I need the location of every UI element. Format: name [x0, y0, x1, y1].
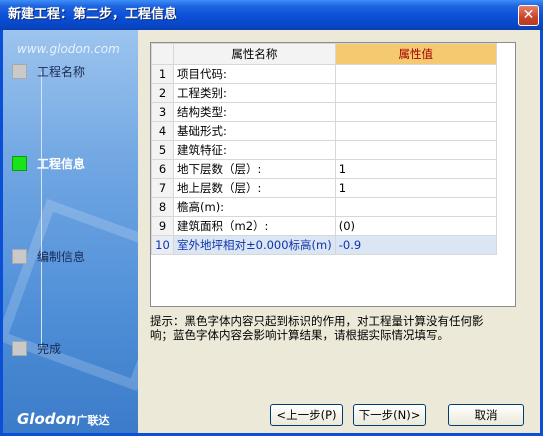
- table-row-selected[interactable]: 10 室外地坪相对±0.000标高(m) -0.9: [151, 235, 497, 255]
- property-name: 地上层数（层）:: [173, 178, 336, 198]
- step-label: 完成: [37, 342, 62, 356]
- property-name: 室外地坪相对±0.000标高(m): [173, 235, 336, 255]
- watermark-icon: [3, 198, 138, 392]
- property-value[interactable]: [334, 102, 497, 122]
- property-value[interactable]: 1: [334, 159, 497, 179]
- table-row[interactable]: 9 建筑面积（m2）: (0): [151, 216, 497, 236]
- logo-cn-text: 广联达: [76, 414, 110, 427]
- step-compile-info: 编制信息: [12, 248, 85, 265]
- step-marker-icon: [12, 341, 27, 356]
- table-row[interactable]: 3 结构类型:: [151, 102, 497, 122]
- step-label: 工程信息: [37, 157, 86, 171]
- row-number: 1: [151, 64, 174, 84]
- row-number: 10: [151, 235, 174, 255]
- property-value[interactable]: [334, 197, 497, 217]
- logo-text: Glodon: [17, 410, 77, 428]
- table-row[interactable]: 1 项目代码:: [151, 64, 497, 84]
- title-bar: 新建工程：第二步，工程信息 ✕: [0, 0, 543, 30]
- table-row[interactable]: 2 工程类别:: [151, 83, 497, 103]
- window-title: 新建工程：第二步，工程信息: [8, 7, 178, 22]
- wizard-sidebar: www.glodon.com Glodon广联达: [3, 30, 138, 433]
- prev-button[interactable]: <上一步(P): [270, 404, 343, 426]
- close-button[interactable]: ✕: [518, 5, 539, 26]
- next-button[interactable]: 下一步(N)>: [353, 404, 426, 426]
- property-name: 项目代码:: [173, 64, 336, 84]
- step-project-info: 工程信息: [12, 155, 85, 172]
- step-project-name: 工程名称: [12, 63, 85, 80]
- step-active-marker-icon: [12, 156, 27, 171]
- property-name: 地下层数（层）:: [173, 159, 336, 179]
- property-value[interactable]: [334, 83, 497, 103]
- row-number: 3: [151, 102, 174, 122]
- property-name: 建筑特征:: [173, 140, 336, 160]
- hint-line-1: 提示：黑色字体内容只起到标识的作用，对工程量计算没有任何影: [150, 314, 484, 328]
- table-row[interactable]: 8 檐高(m):: [151, 197, 497, 217]
- property-value[interactable]: (0): [334, 216, 497, 236]
- property-value[interactable]: [334, 140, 497, 160]
- property-name: 结构类型:: [173, 102, 336, 122]
- hint-text: 提示：黑色字体内容只起到标识的作用，对工程量计算没有任何影 响；蓝色字体内容会影…: [150, 314, 510, 342]
- property-name: 建筑面积（m2）:: [173, 216, 336, 236]
- table-row[interactable]: 6 地下层数（层）: 1: [151, 159, 497, 179]
- cancel-button[interactable]: 取消: [448, 404, 524, 426]
- step-label: 编制信息: [37, 250, 86, 264]
- property-grid: 属性名称 属性值 1 项目代码: 2 工程类别: 3 结构类型: 4 基础形式: 5 建筑…: [150, 42, 516, 307]
- step-marker-icon: [12, 249, 27, 264]
- property-name: 基础形式:: [173, 121, 336, 141]
- row-number: 6: [151, 159, 174, 179]
- step-marker-icon: [12, 64, 27, 79]
- property-value[interactable]: -0.9: [334, 235, 497, 255]
- property-name: 檐高(m):: [173, 197, 336, 217]
- column-header-value[interactable]: 属性值: [334, 43, 497, 65]
- property-value[interactable]: [334, 64, 497, 84]
- website-url: www.glodon.com: [17, 42, 120, 56]
- column-header-name[interactable]: 属性名称: [173, 43, 336, 65]
- table-row[interactable]: 7 地上层数（层）: 1: [151, 178, 497, 198]
- step-connector-line: [41, 72, 42, 348]
- row-number: 2: [151, 83, 174, 103]
- row-number: 5: [151, 140, 174, 160]
- property-name: 工程类别:: [173, 83, 336, 103]
- table-row[interactable]: 5 建筑特征:: [151, 140, 497, 160]
- step-finish: 完成: [12, 340, 61, 357]
- glodon-logo: Glodon广联达: [17, 410, 109, 428]
- row-number: 7: [151, 178, 174, 198]
- hint-line-2: 响；蓝色字体内容会影响计算结果，请根据实际情况填写。: [150, 328, 449, 342]
- step-label: 工程名称: [37, 65, 86, 79]
- row-number: 9: [151, 216, 174, 236]
- row-number: 4: [151, 121, 174, 141]
- property-value[interactable]: [334, 121, 497, 141]
- property-value[interactable]: 1: [334, 178, 497, 198]
- table-row[interactable]: 4 基础形式:: [151, 121, 497, 141]
- property-table: 属性名称 属性值 1 项目代码: 2 工程类别: 3 结构类型: 4 基础形式: 5 建筑…: [151, 43, 497, 255]
- corner-header: [151, 43, 174, 65]
- table-header-row: 属性名称 属性值: [151, 43, 497, 65]
- row-number: 8: [151, 197, 174, 217]
